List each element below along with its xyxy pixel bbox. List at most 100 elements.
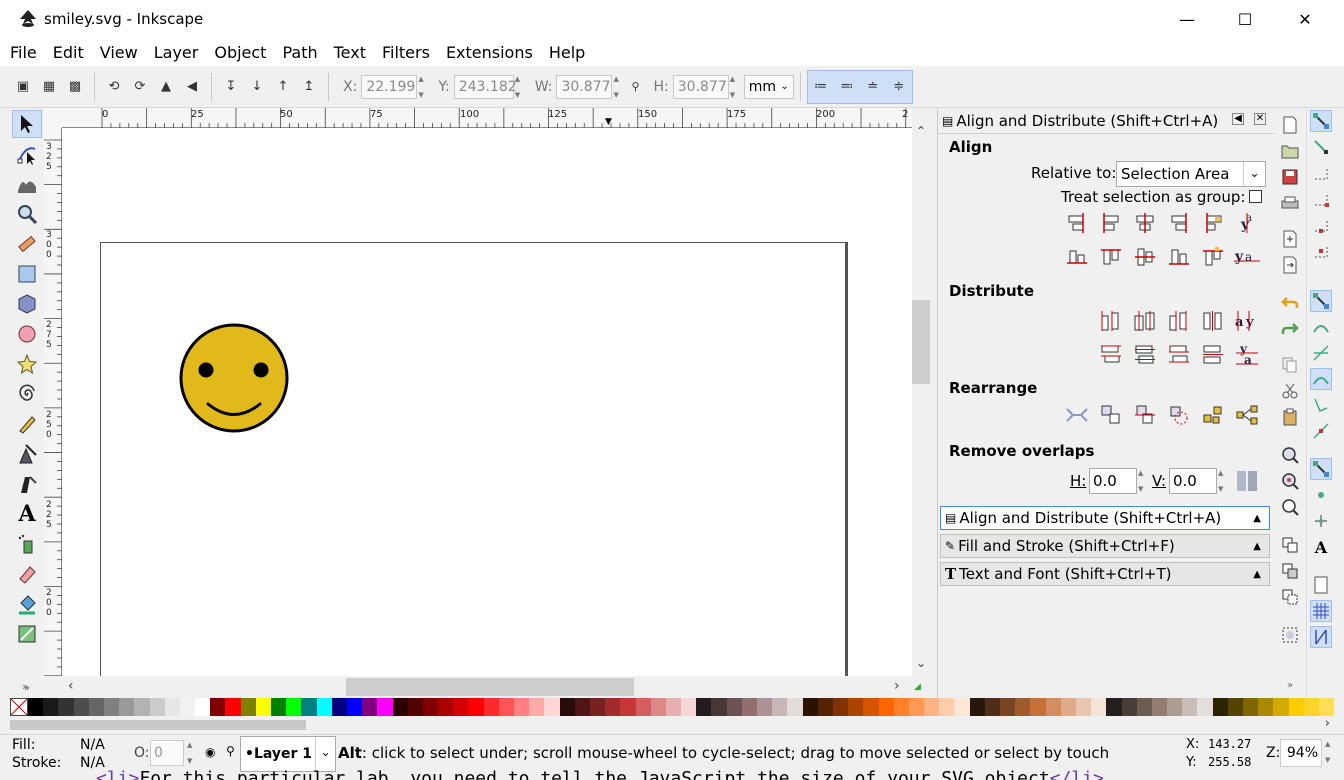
menu-object[interactable]: Object — [214, 43, 266, 62]
menu-layer[interactable]: Layer — [154, 43, 199, 62]
palette-swatch[interactable] — [58, 698, 74, 716]
distribute-gaps-horizontal-icon[interactable] — [1200, 308, 1226, 334]
palette-swatch[interactable] — [377, 698, 393, 716]
palette-swatch[interactable] — [134, 698, 150, 716]
palette-swatch[interactable] — [1227, 698, 1243, 716]
palette-swatch[interactable] — [1075, 698, 1092, 716]
move-gradients-icon[interactable]: ≐ — [860, 74, 886, 100]
move-patterns-icon[interactable]: ≑ — [886, 74, 912, 100]
eye-icon[interactable]: ◉ — [205, 745, 215, 759]
palette-swatch[interactable] — [893, 698, 909, 716]
commands-more-icon[interactable]: » — [1279, 674, 1301, 696]
rotate-cw-icon[interactable]: ⟳ — [127, 74, 153, 100]
align-left-to-right-icon[interactable] — [1200, 210, 1226, 236]
h-spinner[interactable]: ▲ ▼ — [730, 75, 742, 99]
collapse-icon[interactable]: » — [22, 680, 29, 693]
redo-icon[interactable] — [1279, 318, 1301, 340]
h-gap-field[interactable]: 0.0 — [1089, 468, 1137, 494]
palette-swatch[interactable] — [620, 698, 636, 716]
palette-swatch[interactable] — [483, 698, 499, 716]
maximize-button[interactable]: ☐ — [1216, 0, 1274, 38]
palette-swatch[interactable] — [119, 698, 135, 716]
palette-swatch[interactable] — [605, 698, 621, 716]
distribute-left-edges-icon[interactable] — [1098, 308, 1124, 334]
scroll-up-icon[interactable]: ⌃ — [916, 124, 926, 138]
w-spinner[interactable]: ▲ ▼ — [613, 75, 625, 99]
snap-paths-icon[interactable] — [1310, 316, 1332, 338]
node-tool-icon[interactable] — [12, 140, 42, 168]
layer-select[interactable]: •Layer 1 ⌄ — [240, 736, 336, 772]
palette-swatch[interactable] — [863, 698, 879, 716]
minimize-button[interactable]: — — [1158, 0, 1216, 38]
text-tool-icon[interactable]: A — [12, 500, 42, 528]
palette-swatch[interactable] — [73, 698, 89, 716]
palette-swatch[interactable] — [848, 698, 864, 716]
measure-tool-icon[interactable] — [12, 230, 42, 258]
clone-icon[interactable] — [1279, 560, 1301, 582]
unit-select[interactable]: mm ⌄ — [743, 74, 794, 99]
randomize-centers-icon[interactable] — [1200, 402, 1226, 428]
distribute-centers-horizontal-icon[interactable] — [1132, 308, 1158, 334]
snap-text-baseline-icon[interactable]: A — [1310, 536, 1332, 558]
palette-swatch[interactable] — [362, 698, 378, 716]
tab-fill-stroke[interactable]: ✎ Fill and Stroke (Shift+Ctrl+F) ▲ — [940, 534, 1270, 558]
palette-swatch[interactable] — [1121, 698, 1137, 716]
zoom-field[interactable]: 94% — [1280, 739, 1322, 767]
align-bottom-edges-icon[interactable] — [1166, 244, 1192, 270]
raise-to-top-icon[interactable]: ↥ — [296, 74, 322, 100]
canvas-horizontal-scrollbar[interactable]: ‹ › — [62, 676, 912, 698]
distribute-centers-vertical-icon[interactable] — [1132, 342, 1158, 368]
palette-swatch[interactable] — [878, 698, 894, 716]
pencil-tool-icon[interactable] — [12, 410, 42, 438]
horizontal-ruler[interactable]: 0 25 50 75 100 125 150 175 200 2 ▼ — [62, 108, 912, 128]
palette-swatch[interactable] — [665, 698, 682, 716]
close-button[interactable]: ✕ — [1276, 0, 1334, 38]
arrange-connector-network-icon[interactable] — [1234, 402, 1260, 428]
palette-swatch[interactable] — [726, 698, 742, 716]
deselect-icon[interactable]: ▩ — [62, 74, 88, 100]
scroll-left-icon[interactable]: ‹ — [68, 678, 74, 694]
align-bottom-to-top-icon[interactable] — [1064, 244, 1090, 270]
palette-swatch[interactable] — [1091, 698, 1107, 716]
center-horizontal-axis-icon[interactable] — [1132, 244, 1158, 270]
snap-rotation-center-icon[interactable] — [1310, 510, 1332, 532]
zoom-tool-icon[interactable] — [12, 200, 42, 228]
palette-swatch[interactable] — [1273, 698, 1289, 716]
snap-others-icon[interactable] — [1310, 458, 1332, 480]
horizontal-scroll-thumb[interactable] — [346, 678, 634, 696]
palette-swatch[interactable] — [1136, 698, 1152, 716]
palette-swatch[interactable] — [195, 698, 211, 716]
snap-nodes-icon[interactable] — [1310, 290, 1332, 312]
menu-help[interactable]: Help — [549, 43, 585, 62]
palette-swatch[interactable] — [422, 698, 439, 716]
align-text-anchor-vertical-icon[interactable]: ya — [1234, 210, 1260, 236]
import-icon[interactable] — [1279, 228, 1301, 250]
calligraphy-tool-icon[interactable] — [12, 470, 42, 498]
new-document-icon[interactable] — [1279, 114, 1301, 136]
snap-bbox-edges-icon[interactable] — [1310, 162, 1332, 184]
align-baseline-horizontal-icon[interactable]: ya — [1234, 244, 1260, 270]
y-spinner[interactable]: ▲ ▼ — [515, 75, 527, 99]
group-icon[interactable] — [1279, 624, 1301, 646]
rectangle-tool-icon[interactable] — [12, 260, 42, 288]
snap-bbox-centers-icon[interactable] — [1310, 240, 1332, 262]
palette-swatch[interactable] — [529, 698, 545, 716]
lock-icon[interactable]: ⚲ — [226, 744, 235, 758]
palette-swatch[interactable] — [468, 698, 484, 716]
palette-swatch[interactable] — [1167, 698, 1183, 716]
palette-swatch[interactable] — [635, 698, 651, 716]
palette-swatch[interactable] — [271, 698, 287, 716]
zoom-selection-icon[interactable] — [1279, 444, 1301, 466]
palette-swatch[interactable] — [817, 698, 833, 716]
palette-swatch[interactable] — [301, 698, 317, 716]
palette-swatch[interactable] — [711, 698, 727, 716]
copy-icon[interactable] — [1279, 354, 1301, 376]
distribute-baselines-horizontal-icon[interactable]: ay — [1234, 308, 1260, 334]
palette-swatch[interactable] — [1258, 698, 1274, 716]
align-top-to-bottom-icon[interactable] — [1200, 244, 1226, 270]
palette-swatch[interactable] — [1182, 698, 1198, 716]
palette-swatch[interactable] — [1000, 698, 1016, 716]
snap-bbox-corners-icon[interactable] — [1310, 188, 1332, 210]
no-paint-swatch[interactable] — [10, 698, 28, 716]
lower-to-bottom-icon[interactable]: ↧ — [218, 74, 244, 100]
